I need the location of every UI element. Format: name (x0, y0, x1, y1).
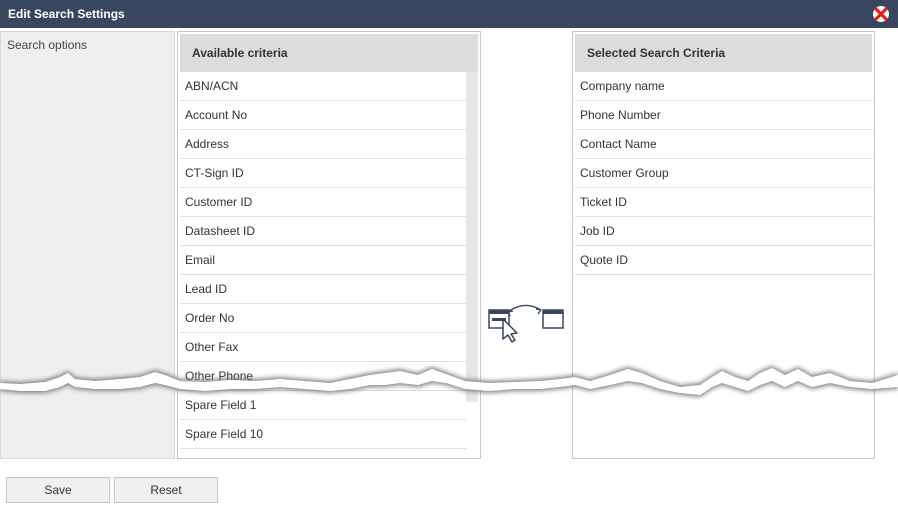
selected-criteria-header: Selected Search Criteria (575, 34, 872, 72)
save-button[interactable]: Save (6, 477, 110, 503)
available-scrollbar[interactable] (466, 72, 478, 402)
drag-transfer-icon (488, 304, 564, 343)
available-item[interactable]: CT-Sign ID (180, 159, 466, 188)
selected-criteria-panel: Selected Search Criteria Company name Ph… (572, 31, 875, 459)
dialog-title: Edit Search Settings (8, 7, 125, 21)
available-criteria-header: Available criteria (180, 34, 478, 72)
selected-item[interactable]: Customer Group (575, 159, 873, 188)
close-icon[interactable] (872, 5, 890, 23)
available-item[interactable]: Spare Field 1 (180, 391, 466, 420)
dialog-titlebar: Edit Search Settings (0, 0, 898, 28)
available-item[interactable]: Account No (180, 101, 466, 130)
available-item[interactable]: Other Phone (180, 362, 466, 391)
available-criteria-list: ABN/ACN Account No Address CT-Sign ID Cu… (180, 72, 466, 449)
reset-button[interactable]: Reset (114, 477, 218, 503)
available-item[interactable]: Other Fax (180, 333, 466, 362)
selected-item[interactable]: Job ID (575, 217, 873, 246)
selected-item[interactable]: Phone Number (575, 101, 873, 130)
available-criteria-panel: Available criteria ABN/ACN Account No Ad… (177, 31, 481, 459)
available-item[interactable]: Datasheet ID (180, 217, 466, 246)
available-item[interactable]: Address (180, 130, 466, 159)
search-options-sidebar: Search options (0, 31, 175, 459)
available-item[interactable]: ABN/ACN (180, 72, 466, 101)
available-item[interactable]: Email (180, 246, 466, 275)
search-options-label: Search options (7, 38, 88, 52)
available-item[interactable]: Order No (180, 304, 466, 333)
available-item[interactable]: Lead ID (180, 275, 466, 304)
available-item[interactable]: Customer ID (180, 188, 466, 217)
selected-item[interactable]: Company name (575, 72, 873, 101)
selected-item[interactable]: Quote ID (575, 246, 873, 275)
selected-criteria-list: Company name Phone Number Contact Name C… (575, 72, 873, 275)
selected-item[interactable]: Ticket ID (575, 188, 873, 217)
available-item[interactable]: Spare Field 10 (180, 420, 466, 449)
selected-item[interactable]: Contact Name (575, 130, 873, 159)
